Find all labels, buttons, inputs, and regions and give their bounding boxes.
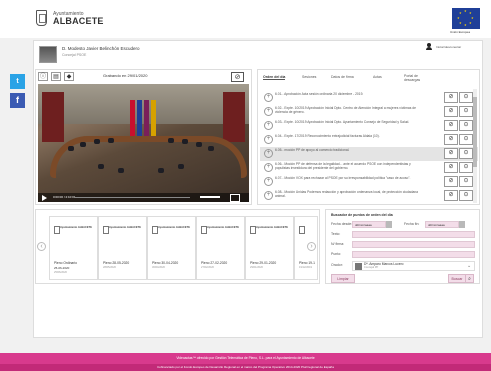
video-time: 0:00:00 / 2:10:01 [53, 195, 76, 199]
agenda-item-selected[interactable]: + 6.05.- moción PP de apoyo al comercio … [260, 147, 478, 161]
session-card[interactable]: Ayuntamiento ALBACETE Pleno 28-05-2020 2… [98, 216, 147, 280]
punto-label: Punto: [331, 252, 342, 256]
search-icon[interactable]: ⌕ [465, 274, 474, 283]
facebook-icon[interactable]: f [10, 93, 25, 108]
play-item-icon[interactable]: ⊙ [459, 106, 473, 117]
tab-orden-del-dia[interactable]: Orden del día [263, 75, 286, 80]
calendar-icon[interactable] [386, 221, 392, 228]
speaker-name: D. Modesto Javier Belinchón Escudero [62, 46, 140, 51]
user-icon[interactable] [426, 43, 433, 50]
play-item-icon[interactable]: ⊙ [459, 190, 473, 201]
play-item-icon[interactable]: ⊙ [459, 148, 473, 159]
footer-funding: Cofinanciado por el Fondo Europeo de Des… [0, 364, 491, 371]
session-card[interactable]: Ayuntamiento ALBACETE Pleno 30-04-2020 3… [147, 216, 196, 280]
eu-label: Unión Europea [450, 30, 471, 34]
fecha-desde-label: Fecha desde: [331, 222, 353, 226]
volume-slider[interactable] [200, 196, 220, 198]
link-icon[interactable]: ⊘ [231, 72, 244, 82]
link-icon[interactable]: ⊘ [444, 106, 458, 117]
brand-line-2[interactable]: ALBACETE [53, 16, 104, 26]
expand-icon[interactable]: + [264, 163, 273, 172]
eu-flag-icon: ★ ★ ★ ★ ★ ★ ★ ★ [452, 8, 480, 29]
agenda-item[interactable]: + 6.06.- Moción PP de defensa de la lega… [260, 161, 478, 175]
expand-icon[interactable]: + [264, 121, 273, 130]
carousel-next-icon[interactable]: › [307, 242, 316, 251]
link-icon[interactable]: ⊘ [444, 120, 458, 131]
expand-icon[interactable]: + [264, 191, 273, 200]
session-card[interactable]: Ayuntamiento ALBACETE Pleno 29-01-2020 2… [245, 216, 294, 280]
agenda-item[interactable]: + 6.04.- Expte. 17/2019 Reconocimiento e… [260, 133, 478, 147]
video-player[interactable]: 0:00:00 / 2:10:01 [38, 84, 249, 202]
tab-portal-descargas[interactable]: Portal de descargas [404, 74, 428, 82]
punto-input[interactable] [352, 251, 475, 258]
firma-label: N/ firma: [331, 242, 345, 246]
speaker-avatar [39, 46, 57, 63]
expand-icon[interactable]: + [264, 107, 273, 116]
link-icon[interactable]: ⊘ [444, 176, 458, 187]
agenda-item[interactable]: + 6.08.- Moción Unidas Podemos redacción… [260, 189, 478, 203]
search-title: Buscador de puntos de orden del día [331, 213, 393, 217]
search-button[interactable]: Buscar [448, 274, 466, 283]
fecha-hasta-input[interactable]: dd/mm/aaaa [425, 221, 459, 228]
share-icon[interactable]: ◆ [64, 72, 74, 81]
calendar-icon[interactable] [459, 221, 465, 228]
expand-icon[interactable]: + [264, 149, 273, 158]
texto-input[interactable] [352, 231, 475, 238]
play-icon[interactable] [42, 195, 47, 201]
city-emblem-icon[interactable] [36, 10, 47, 26]
link-icon[interactable]: ⊘ [444, 134, 458, 145]
play-item-icon[interactable]: ⊙ [459, 134, 473, 145]
link-icon[interactable]: ⊘ [444, 92, 458, 103]
orador-label: Orador: [331, 263, 343, 267]
video-controls: 0:00:00 / 2:10:01 [38, 193, 249, 202]
agenda-item[interactable]: + 6.01.- Aprobación Acta sesión ordinari… [260, 91, 478, 105]
link-icon[interactable]: ⊘ [444, 190, 458, 201]
texto-label: Texto: [331, 232, 341, 236]
fullscreen-icon[interactable] [230, 194, 240, 202]
play-item-icon[interactable]: ⊙ [459, 92, 473, 103]
session-card[interactable]: Ayuntamiento ALBACETE Pleno Ordinario 25… [49, 216, 98, 280]
chevron-down-icon: ⌄ [467, 263, 472, 269]
carousel-prev-icon[interactable]: ‹ [37, 242, 46, 251]
tab-datos-firma[interactable]: Datos de firma [331, 75, 354, 79]
clear-button[interactable]: Limpiar [331, 274, 355, 283]
link-icon[interactable]: ⊘ [444, 162, 458, 173]
fecha-desde-input[interactable]: dd/mm/aaaa [352, 221, 386, 228]
session-date-label: Grabando en 29/01/2020 [103, 73, 148, 78]
agenda-item[interactable]: + 6.02.- Expte. 10/2019 Aprobación Inici… [260, 105, 478, 119]
agenda-list: + 6.01.- Aprobación Acta sesión ordinari… [260, 89, 478, 203]
tab-actas[interactable]: Actas [373, 75, 382, 79]
session-card[interactable]: Ayuntamiento ALBACETE Pleno 27-02-2020 2… [196, 216, 245, 280]
city-emblem-icon [299, 226, 305, 234]
play-item-icon[interactable]: ⊙ [459, 120, 473, 131]
video-progress-bar[interactable] [75, 197, 190, 198]
play-item-icon[interactable]: ⊙ [459, 176, 473, 187]
orador-select[interactable]: Dª. Amparo Marcos Lucero Concejal PP ⌄ [352, 261, 475, 271]
twitter-icon[interactable]: t [10, 74, 25, 89]
document-icon[interactable]: ▤ [51, 72, 61, 81]
play-item-icon[interactable]: ⊙ [459, 162, 473, 173]
agenda-item[interactable]: + 6.07.- Moción VOX para rechazar al PSO… [260, 175, 478, 189]
speaker-avatar [355, 263, 362, 270]
agenda-scrollbar[interactable] [473, 89, 477, 203]
firma-input[interactable] [352, 241, 475, 248]
speaker-group: Concejal PSOE [62, 53, 87, 57]
login-link[interactable]: Iniciar/desconectar [436, 45, 461, 49]
info-icon[interactable]: ⓘ [38, 72, 48, 81]
agenda-item[interactable]: + 6.03.- Expte. 10/2019 Aprobación Inici… [260, 119, 478, 133]
tab-sesiones[interactable]: Sesiones [302, 75, 316, 79]
expand-icon[interactable]: + [264, 177, 273, 186]
footer-credits: Videoactas™ ofrecido por Gestión Telemát… [0, 353, 491, 364]
link-icon[interactable]: ⊘ [444, 148, 458, 159]
fecha-hasta-label: Fecha fin: [404, 222, 420, 226]
expand-icon[interactable]: + [264, 135, 273, 144]
expand-icon[interactable]: + [264, 93, 273, 102]
